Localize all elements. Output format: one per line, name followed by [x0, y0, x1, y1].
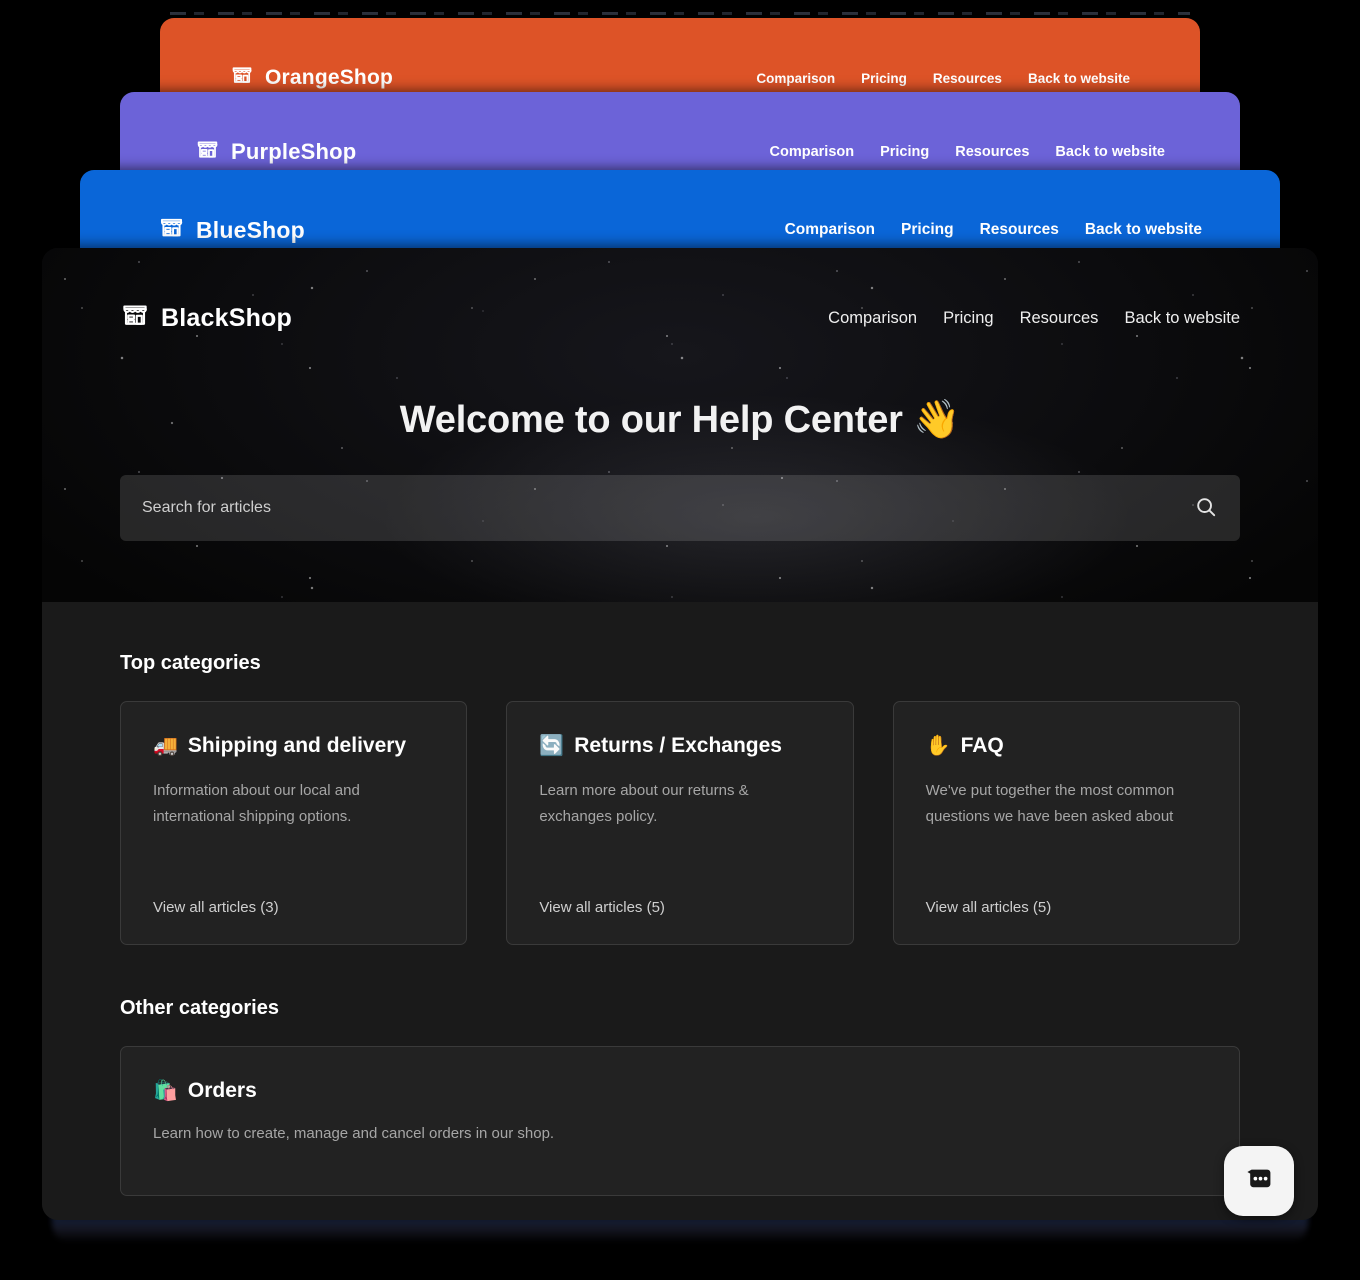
brand-label: BlackShop — [161, 303, 292, 332]
card-title: Returns / Exchanges — [574, 734, 782, 757]
card-description: Learn how to create, manage and cancel o… — [153, 1125, 555, 1142]
search-icon — [1194, 495, 1218, 522]
brand-orangeshop[interactable]: OrangeShop — [230, 63, 393, 93]
card-title: Shipping and delivery — [187, 734, 407, 757]
nav-link-back-to-website[interactable]: Back to website — [1028, 71, 1130, 86]
card-description: We've put together the most common quest… — [925, 782, 1175, 825]
card-header: 🚚 Shipping and delivery — [153, 734, 434, 758]
nav-purpleshop[interactable]: Comparison Pricing Resources Back to web… — [770, 144, 1166, 160]
window-layer-blackshop: BlackShop Comparison Pricing Resources B… — [42, 248, 1318, 1220]
nav-link-pricing[interactable]: Pricing — [901, 221, 954, 239]
search-button[interactable] — [1194, 495, 1218, 522]
brand-label: PurpleShop — [231, 139, 357, 164]
nav-link-resources[interactable]: Resources — [933, 71, 1002, 86]
nav-link-resources[interactable]: Resources — [955, 144, 1029, 160]
brand-label: BlueShop — [196, 216, 305, 243]
shopping-bags-icon: 🛍️ — [153, 1080, 178, 1102]
nav-link-back-to-website[interactable]: Back to website — [1055, 144, 1165, 160]
storefront-icon — [120, 300, 150, 337]
delivery-truck-icon: 🚚 — [153, 735, 178, 757]
nav-link-resources[interactable]: Resources — [1020, 309, 1099, 328]
nav-blueshop[interactable]: Comparison Pricing Resources Back to web… — [785, 221, 1202, 239]
card-description: Information about our local and internat… — [153, 782, 360, 825]
nav-link-resources[interactable]: Resources — [980, 221, 1059, 239]
page-title: Welcome to our Help Center 👋 — [399, 399, 961, 441]
brand-blueshop[interactable]: BlueShop — [158, 214, 305, 247]
card-header: ✋ FAQ — [926, 734, 1207, 758]
nav-link-back-to-website[interactable]: Back to website — [1124, 309, 1240, 328]
card-title: FAQ — [960, 734, 1004, 757]
raised-hand-icon: ✋ — [925, 735, 951, 757]
nav-orangeshop[interactable]: Comparison Pricing Resources Back to web… — [756, 71, 1130, 86]
stack-edge-hint — [170, 12, 1190, 15]
view-all-articles-link[interactable]: View all articles (3) — [153, 899, 434, 916]
nav-link-comparison[interactable]: Comparison — [756, 71, 835, 86]
nav-link-pricing[interactable]: Pricing — [880, 144, 929, 160]
card-description: Learn more about our returns & exchanges… — [539, 782, 749, 825]
storefront-icon — [195, 137, 220, 168]
storefront-icon — [230, 63, 254, 93]
main-content: Top categories 🚚 Shipping and delivery I… — [42, 602, 1318, 1220]
storefront-icon — [158, 214, 185, 247]
category-card-faq[interactable]: ✋ FAQ We've put together the most common… — [892, 701, 1240, 945]
nav-link-comparison[interactable]: Comparison — [828, 309, 917, 328]
card-header: 🔄 Returns / Exchanges — [539, 734, 820, 758]
window-stack: OrangeShop Comparison Pricing Resources … — [0, 0, 1360, 1280]
brand-blackshop[interactable]: BlackShop — [120, 300, 292, 337]
category-card-returns[interactable]: 🔄 Returns / Exchanges Learn more about o… — [506, 701, 854, 945]
nav-link-pricing[interactable]: Pricing — [943, 309, 993, 328]
header-blackshop: BlackShop Comparison Pricing Resources B… — [42, 248, 1318, 388]
hero-section: BlackShop Comparison Pricing Resources B… — [42, 248, 1318, 602]
search-input[interactable] — [142, 499, 1194, 517]
search-bar[interactable] — [120, 475, 1240, 541]
card-header: 🛍️ Orders — [153, 1079, 1207, 1103]
chat-widget-button[interactable] — [1224, 1146, 1294, 1216]
top-categories-grid: 🚚 Shipping and delivery Information abou… — [120, 701, 1240, 945]
brand-purpleshop[interactable]: PurpleShop — [195, 137, 356, 168]
nav-link-comparison[interactable]: Comparison — [785, 221, 875, 239]
card-title: Orders — [187, 1079, 257, 1102]
refresh-arrows-icon: 🔄 — [539, 735, 565, 757]
chat-bubble-icon — [1241, 1162, 1277, 1201]
category-card-orders[interactable]: 🛍️ Orders Learn how to create, manage an… — [120, 1046, 1240, 1196]
top-categories-heading: Top categories — [120, 652, 261, 674]
nav-link-back-to-website[interactable]: Back to website — [1085, 221, 1202, 239]
nav-link-comparison[interactable]: Comparison — [770, 144, 855, 160]
category-card-shipping[interactable]: 🚚 Shipping and delivery Information abou… — [120, 701, 468, 945]
brand-label: OrangeShop — [265, 66, 394, 89]
view-all-articles-link[interactable]: View all articles (5) — [926, 899, 1207, 916]
other-categories-heading: Other categories — [120, 997, 279, 1019]
nav-link-pricing[interactable]: Pricing — [861, 71, 907, 86]
view-all-articles-link[interactable]: View all articles (5) — [539, 899, 820, 916]
nav-blackshop[interactable]: Comparison Pricing Resources Back to web… — [828, 309, 1240, 328]
